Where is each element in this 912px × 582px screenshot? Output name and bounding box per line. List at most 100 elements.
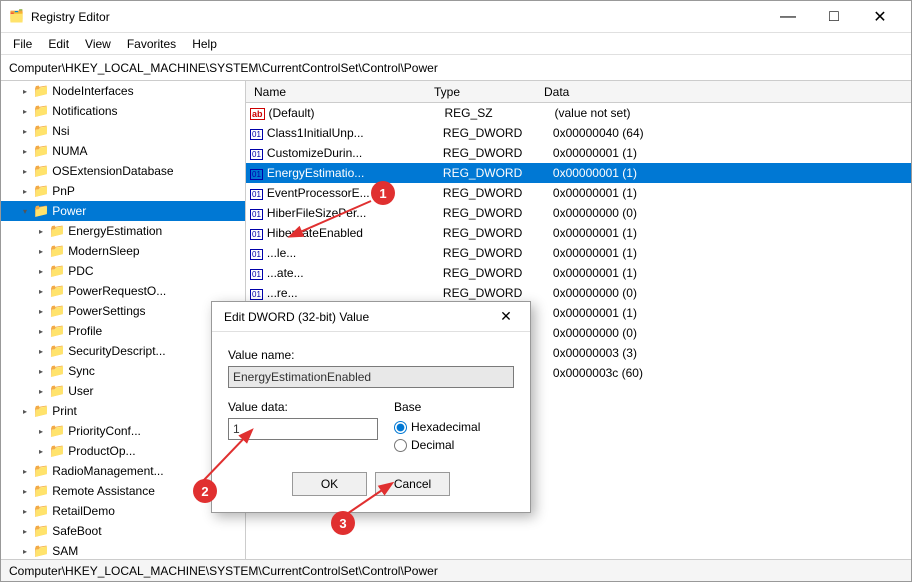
tree-item-label: EnergyEstimation: [68, 224, 162, 238]
tree-expander-icon[interactable]: [33, 383, 49, 399]
tree-item[interactable]: 📁ProductOp...: [1, 441, 245, 461]
tree-item[interactable]: 📁EnergyEstimation: [1, 221, 245, 241]
tree-expander-icon[interactable]: [33, 423, 49, 439]
tree-item[interactable]: 📁PriorityConf...: [1, 421, 245, 441]
tree-expander-icon[interactable]: [33, 303, 49, 319]
address-bar: Computer\HKEY_LOCAL_MACHINE\SYSTEM\Curre…: [1, 55, 911, 81]
tree-expander-icon[interactable]: [33, 323, 49, 339]
tree-item[interactable]: 📁Profile: [1, 321, 245, 341]
status-bar: Computer\HKEY_LOCAL_MACHINE\SYSTEM\Curre…: [1, 559, 911, 581]
tree-item[interactable]: 📁PowerRequestO...: [1, 281, 245, 301]
table-row[interactable]: 01...re...REG_DWORD0x00000000 (0): [246, 283, 911, 303]
tree-expander-icon[interactable]: [33, 363, 49, 379]
tree-item[interactable]: 📁RetailDemo: [1, 501, 245, 521]
tree-item[interactable]: 📁PowerSettings: [1, 301, 245, 321]
tree-expander-icon[interactable]: [17, 83, 33, 99]
folder-icon: 📁: [33, 403, 49, 419]
tree-item[interactable]: 📁PDC: [1, 261, 245, 281]
table-row[interactable]: 01HibernateEnabledREG_DWORD0x00000001 (1…: [246, 223, 911, 243]
tree-expander-icon[interactable]: [33, 223, 49, 239]
tree-expander-icon[interactable]: [17, 123, 33, 139]
folder-icon: 📁: [33, 183, 49, 199]
registry-entry-data: 0x00000000 (0): [553, 326, 907, 340]
tree-item[interactable]: 📁RadioManagement...: [1, 461, 245, 481]
tree-expander-icon[interactable]: [17, 203, 33, 219]
registry-entry-icon: 01: [250, 266, 263, 280]
registry-entry-name: Class1InitialUnp...: [267, 126, 443, 140]
tree-expander-icon[interactable]: [17, 503, 33, 519]
table-row[interactable]: 01CustomizeDurin...REG_DWORD0x00000001 (…: [246, 143, 911, 163]
registry-entry-data: 0x00000003 (3): [553, 346, 907, 360]
col-header-type[interactable]: Type: [430, 85, 540, 99]
tree-item[interactable]: 📁NUMA: [1, 141, 245, 161]
folder-icon: 📁: [33, 463, 49, 479]
close-button[interactable]: ✕: [857, 1, 903, 33]
table-row[interactable]: ab(Default)REG_SZ(value not set): [246, 103, 911, 123]
tree-expander-icon[interactable]: [17, 523, 33, 539]
ok-button[interactable]: OK: [292, 472, 367, 496]
menu-help[interactable]: Help: [184, 35, 225, 53]
dialog-close-button[interactable]: ✕: [494, 305, 518, 329]
col-header-name[interactable]: Name: [250, 85, 430, 99]
tree-expander-icon[interactable]: [17, 403, 33, 419]
menu-view[interactable]: View: [77, 35, 119, 53]
registry-entry-icon: 01: [250, 166, 263, 180]
tree-expander-icon[interactable]: [33, 283, 49, 299]
tree-expander-icon[interactable]: [17, 183, 33, 199]
tree-item[interactable]: 📁OSExtensionDatabase: [1, 161, 245, 181]
tree-item[interactable]: 📁SAM: [1, 541, 245, 559]
tree-item[interactable]: 📁Sync: [1, 361, 245, 381]
folder-icon: 📁: [49, 343, 65, 359]
tree-item[interactable]: 📁Remote Assistance: [1, 481, 245, 501]
tree-item-label: PowerSettings: [68, 304, 145, 318]
radio-hexadecimal[interactable]: Hexadecimal: [394, 420, 514, 434]
decimal-radio[interactable]: [394, 439, 407, 452]
tree-expander-icon[interactable]: [33, 243, 49, 259]
registry-entry-type: REG_DWORD: [443, 286, 553, 300]
tree-expander-icon[interactable]: [17, 463, 33, 479]
table-row[interactable]: 01...ate...REG_DWORD0x00000001 (1): [246, 263, 911, 283]
menu-file[interactable]: File: [5, 35, 40, 53]
tree-expander-icon[interactable]: [33, 443, 49, 459]
hexadecimal-radio[interactable]: [394, 421, 407, 434]
tree-item[interactable]: 📁Nsi: [1, 121, 245, 141]
menu-favorites[interactable]: Favorites: [119, 35, 184, 53]
tree-panel[interactable]: 📁NodeInterfaces📁Notifications📁Nsi📁NUMA📁O…: [1, 81, 246, 559]
tree-item-label: SafeBoot: [52, 524, 101, 538]
radio-decimal[interactable]: Decimal: [394, 438, 514, 452]
tree-item[interactable]: 📁NodeInterfaces: [1, 81, 245, 101]
folder-icon: 📁: [33, 123, 49, 139]
table-row[interactable]: 01HiberFileSizePer...REG_DWORD0x00000000…: [246, 203, 911, 223]
minimize-button[interactable]: —: [765, 1, 811, 33]
value-name-input[interactable]: [228, 366, 514, 388]
tree-expander-icon[interactable]: [17, 483, 33, 499]
table-row[interactable]: 01EventProcessorE...REG_DWORD0x00000001 …: [246, 183, 911, 203]
registry-entry-data: (value not set): [555, 106, 907, 120]
menu-edit[interactable]: Edit: [40, 35, 77, 53]
tree-item[interactable]: 📁PnP: [1, 181, 245, 201]
folder-icon: 📁: [49, 363, 65, 379]
tree-item[interactable]: 📁User: [1, 381, 245, 401]
value-data-input[interactable]: [228, 418, 378, 440]
tree-expander-icon[interactable]: [17, 543, 33, 559]
tree-expander-icon[interactable]: [33, 343, 49, 359]
maximize-button[interactable]: □: [811, 1, 857, 33]
tree-item[interactable]: 📁SafeBoot: [1, 521, 245, 541]
tree-expander-icon[interactable]: [33, 263, 49, 279]
tree-item[interactable]: 📁ModernSleep: [1, 241, 245, 261]
tree-container: 📁NodeInterfaces📁Notifications📁Nsi📁NUMA📁O…: [1, 81, 245, 559]
tree-expander-icon[interactable]: [17, 143, 33, 159]
tree-item[interactable]: 📁Print: [1, 401, 245, 421]
address-path[interactable]: Computer\HKEY_LOCAL_MACHINE\SYSTEM\Curre…: [9, 61, 438, 75]
tree-item[interactable]: 📁Power: [1, 201, 245, 221]
tree-item[interactable]: 📁SecurityDescript...: [1, 341, 245, 361]
col-header-data[interactable]: Data: [540, 85, 907, 99]
table-row[interactable]: 01...le...REG_DWORD0x00000001 (1): [246, 243, 911, 263]
folder-icon: 📁: [49, 423, 65, 439]
table-row[interactable]: 01Class1InitialUnp...REG_DWORD0x00000040…: [246, 123, 911, 143]
tree-expander-icon[interactable]: [17, 163, 33, 179]
table-row[interactable]: 01EnergyEstimatio...REG_DWORD0x00000001 …: [246, 163, 911, 183]
cancel-button[interactable]: Cancel: [375, 472, 450, 496]
tree-expander-icon[interactable]: [17, 103, 33, 119]
tree-item[interactable]: 📁Notifications: [1, 101, 245, 121]
